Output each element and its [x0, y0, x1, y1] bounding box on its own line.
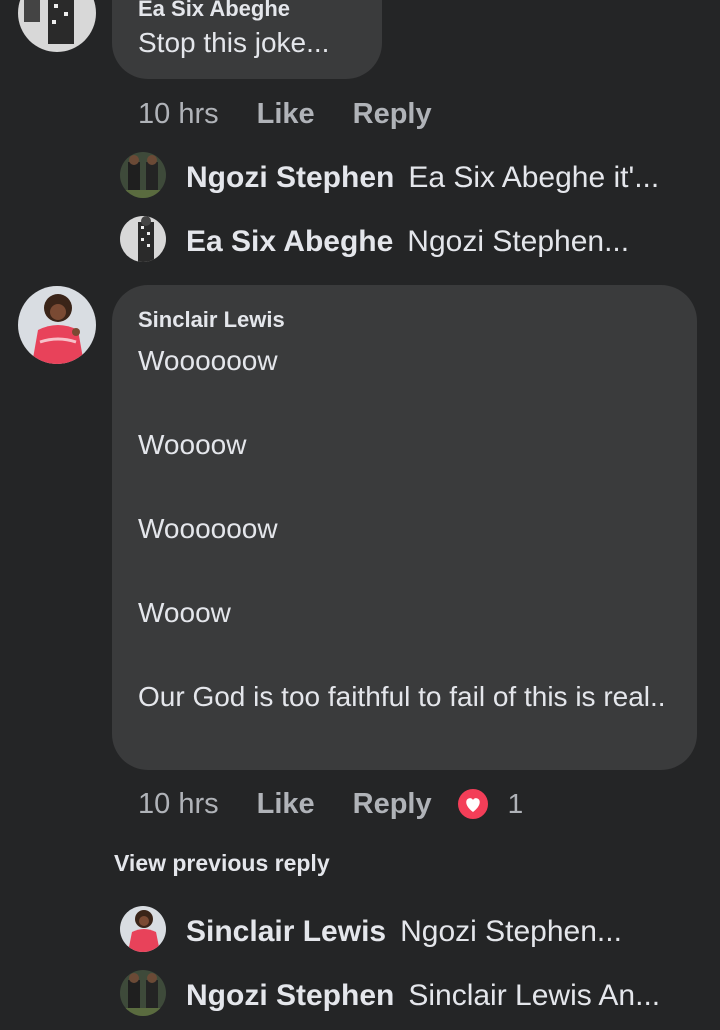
comment-actions-main: 10 hrs Like Reply 1	[138, 784, 523, 824]
reply-author: Sinclair Lewis	[186, 915, 387, 948]
reply-text: Sinclair Lewis An...	[408, 979, 661, 1012]
reply-preview[interactable]: Sinclair Lewis Ngozi Stephen...	[186, 909, 622, 955]
reply-text: Ea Six Abeghe it'...	[408, 161, 660, 194]
comment-actions-top: 10 hrs Like Reply	[138, 94, 470, 134]
reply-author: Ea Six Abeghe	[186, 225, 394, 258]
view-previous-reply-link[interactable]: View previous reply	[114, 850, 330, 877]
avatar-sinclair-lewis[interactable]	[18, 286, 96, 364]
comment-text: Stop this joke...	[138, 27, 330, 58]
like-button[interactable]: Like	[257, 788, 315, 821]
reply-button[interactable]: Reply	[353, 98, 432, 131]
heart-icon	[455, 787, 490, 821]
comments-thread: Ea Six Abeghe Stop this joke... 10 hrs L…	[0, 0, 720, 1030]
reply-text: Ngozi Stephen...	[407, 225, 630, 258]
avatar-sinclair-lewis-small[interactable]	[120, 906, 166, 952]
avatar-ea-six-abeghe-small[interactable]	[120, 216, 166, 262]
reaction-count: 1	[507, 788, 524, 819]
comment-timestamp: 10 hrs	[138, 97, 219, 130]
comment-timestamp: 10 hrs	[138, 787, 219, 820]
avatar-ngozi-stephen[interactable]	[120, 152, 166, 198]
comment-text: Woooooow Woooow Woooooow Wooow Our God i…	[138, 345, 666, 712]
reply-author: Ngozi Stephen	[186, 979, 395, 1012]
reply-preview[interactable]: Ngozi Stephen Sinclair Lewis An...	[186, 973, 660, 1019]
like-button[interactable]: Like	[257, 98, 315, 131]
comment-author[interactable]: Sinclair Lewis	[138, 307, 671, 333]
reply-button[interactable]: Reply	[353, 788, 432, 821]
reply-preview[interactable]: Ngozi Stephen Ea Six Abeghe it'...	[186, 155, 659, 201]
comment-author[interactable]: Ea Six Abeghe	[138, 0, 356, 20]
reply-text: Ngozi Stephen...	[400, 915, 622, 948]
reply-author: Ngozi Stephen	[186, 161, 395, 194]
avatar-ea-six-abeghe[interactable]	[18, 0, 96, 52]
avatar-ngozi-stephen-small[interactable]	[120, 970, 166, 1016]
reply-preview[interactable]: Ea Six Abeghe Ngozi Stephen...	[186, 219, 629, 265]
reaction-summary[interactable]: 1	[455, 787, 524, 821]
comment-bubble-top: Ea Six Abeghe Stop this joke...	[112, 0, 382, 79]
comment-bubble-main: Sinclair Lewis Woooooow Woooow Woooooow …	[112, 285, 697, 770]
